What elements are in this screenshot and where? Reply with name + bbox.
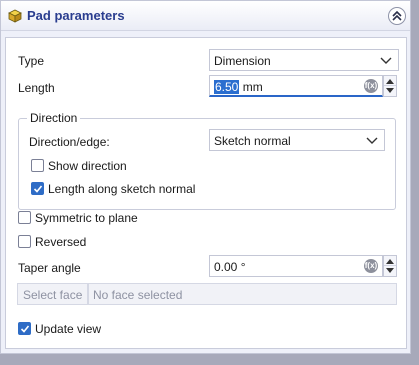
arrow-up-icon xyxy=(386,259,394,264)
reversed-checkbox[interactable] xyxy=(18,235,31,248)
update-view-checkbox[interactable] xyxy=(18,322,31,335)
symmetric-label[interactable]: Symmetric to plane xyxy=(35,211,138,225)
panel-body: Type Dimension Length 6.50 mm f(x) Direc… xyxy=(5,37,407,349)
taper-angle-label: Taper angle xyxy=(18,261,81,275)
selected-face-field: No face selected xyxy=(88,283,397,305)
step-up-button[interactable] xyxy=(384,256,396,266)
taper-angle-value: 0.00 ° xyxy=(214,260,246,274)
type-value: Dimension xyxy=(214,54,271,68)
pad-icon xyxy=(7,8,23,24)
chevron-down-icon xyxy=(380,57,392,64)
direction-edge-combobox[interactable]: Sketch normal xyxy=(209,129,385,151)
type-label: Type xyxy=(18,54,45,68)
step-down-button[interactable] xyxy=(384,266,396,276)
arrow-down-icon xyxy=(386,88,394,93)
select-face-button[interactable]: Select face xyxy=(17,283,89,305)
panel-title: Pad parameters xyxy=(27,8,125,23)
direction-edge-value: Sketch normal xyxy=(214,134,291,148)
direction-edge-label: Direction/edge: xyxy=(29,135,110,149)
length-stepper[interactable] xyxy=(383,75,397,97)
step-down-button[interactable] xyxy=(384,86,396,96)
show-direction-checkbox[interactable] xyxy=(31,159,44,172)
length-along-normal-checkbox[interactable] xyxy=(31,182,44,195)
length-unit: mm xyxy=(242,80,263,94)
step-up-button[interactable] xyxy=(384,76,396,86)
checkmark-icon xyxy=(33,185,43,193)
arrow-up-icon xyxy=(386,79,394,84)
show-direction-label[interactable]: Show direction xyxy=(48,159,127,173)
chevron-down-icon xyxy=(366,137,378,144)
panel-header[interactable]: Pad parameters xyxy=(1,1,410,31)
update-view-label[interactable]: Update view xyxy=(35,322,101,336)
expression-icon[interactable]: f(x) xyxy=(364,259,378,273)
checkmark-icon xyxy=(20,325,30,333)
arrow-down-icon xyxy=(386,268,394,273)
length-value: 6.50 xyxy=(214,80,240,94)
type-combobox[interactable]: Dimension xyxy=(209,49,399,71)
collapse-button[interactable] xyxy=(388,7,406,25)
length-along-normal-label[interactable]: Length along sketch normal xyxy=(48,182,195,196)
pad-parameters-panel: Pad parameters Type Dimension Length 6.5… xyxy=(0,0,411,354)
direction-group-title: Direction xyxy=(27,111,81,125)
taper-angle-input[interactable]: 0.00 ° f(x) xyxy=(209,255,383,277)
expression-icon[interactable]: f(x) xyxy=(364,79,378,93)
direction-groupbox: Direction Direction/edge: Sketch normal … xyxy=(18,111,396,210)
symmetric-checkbox[interactable] xyxy=(18,211,31,224)
length-input[interactable]: 6.50 mm f(x) xyxy=(209,75,383,97)
taper-angle-stepper[interactable] xyxy=(383,255,397,277)
double-chevron-up-icon xyxy=(392,10,402,21)
reversed-label[interactable]: Reversed xyxy=(35,235,86,249)
length-label: Length xyxy=(18,81,55,95)
